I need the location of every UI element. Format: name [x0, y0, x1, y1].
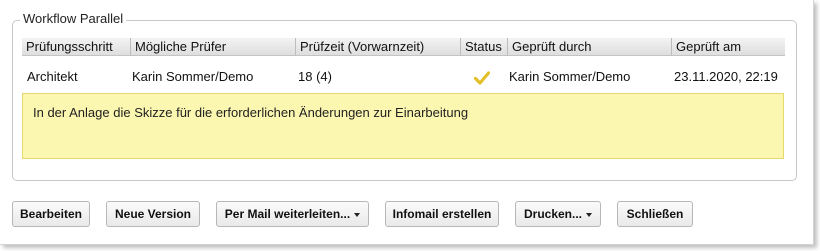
cell-checked-by: Karin Sommer/Demo — [509, 69, 631, 84]
column-header-step[interactable]: Prüfungsschritt — [22, 38, 131, 55]
new-version-button[interactable]: Neue Version — [106, 201, 200, 227]
cell-step: Architekt — [27, 69, 78, 84]
edit-button[interactable]: Bearbeiten — [12, 201, 90, 227]
column-header-checked-by[interactable]: Geprüft durch — [508, 38, 672, 55]
dialog-window: Workflow Parallel Prüfungsschritt Möglic… — [0, 0, 814, 245]
fieldset-legend: Workflow Parallel — [20, 11, 127, 26]
cell-checked-at: 23.11.2020, 22:19 — [674, 69, 778, 84]
column-header-status[interactable]: Status — [461, 38, 508, 55]
print-button[interactable]: Drucken... — [515, 201, 601, 227]
table-row[interactable]: Architekt Karin Sommer/Demo 18 (4) Karin… — [22, 66, 785, 88]
print-label: Drucken... — [523, 207, 583, 221]
checkmark-icon — [474, 71, 490, 85]
cell-time: 18 (4) — [298, 69, 332, 84]
chevron-down-icon — [586, 212, 593, 217]
column-header-checked-at[interactable]: Geprüft am — [672, 38, 785, 55]
column-header-time[interactable]: Prüfzeit (Vorwarnzeit) — [296, 38, 461, 55]
table-header: Prüfungsschritt Mögliche Prüfer Prüfzeit… — [22, 38, 785, 56]
forward-mail-button[interactable]: Per Mail weiterleiten... — [216, 201, 369, 227]
note-box: In der Anlage die Skizze für die erforde… — [22, 93, 784, 159]
close-button[interactable]: Schließen — [617, 201, 693, 227]
infomail-button[interactable]: Infomail erstellen — [385, 201, 499, 227]
cell-reviewers: Karin Sommer/Demo — [132, 69, 254, 84]
column-header-reviewers[interactable]: Mögliche Prüfer — [131, 38, 296, 55]
chevron-down-icon — [354, 212, 361, 217]
forward-mail-label: Per Mail weiterleiten... — [224, 207, 351, 221]
